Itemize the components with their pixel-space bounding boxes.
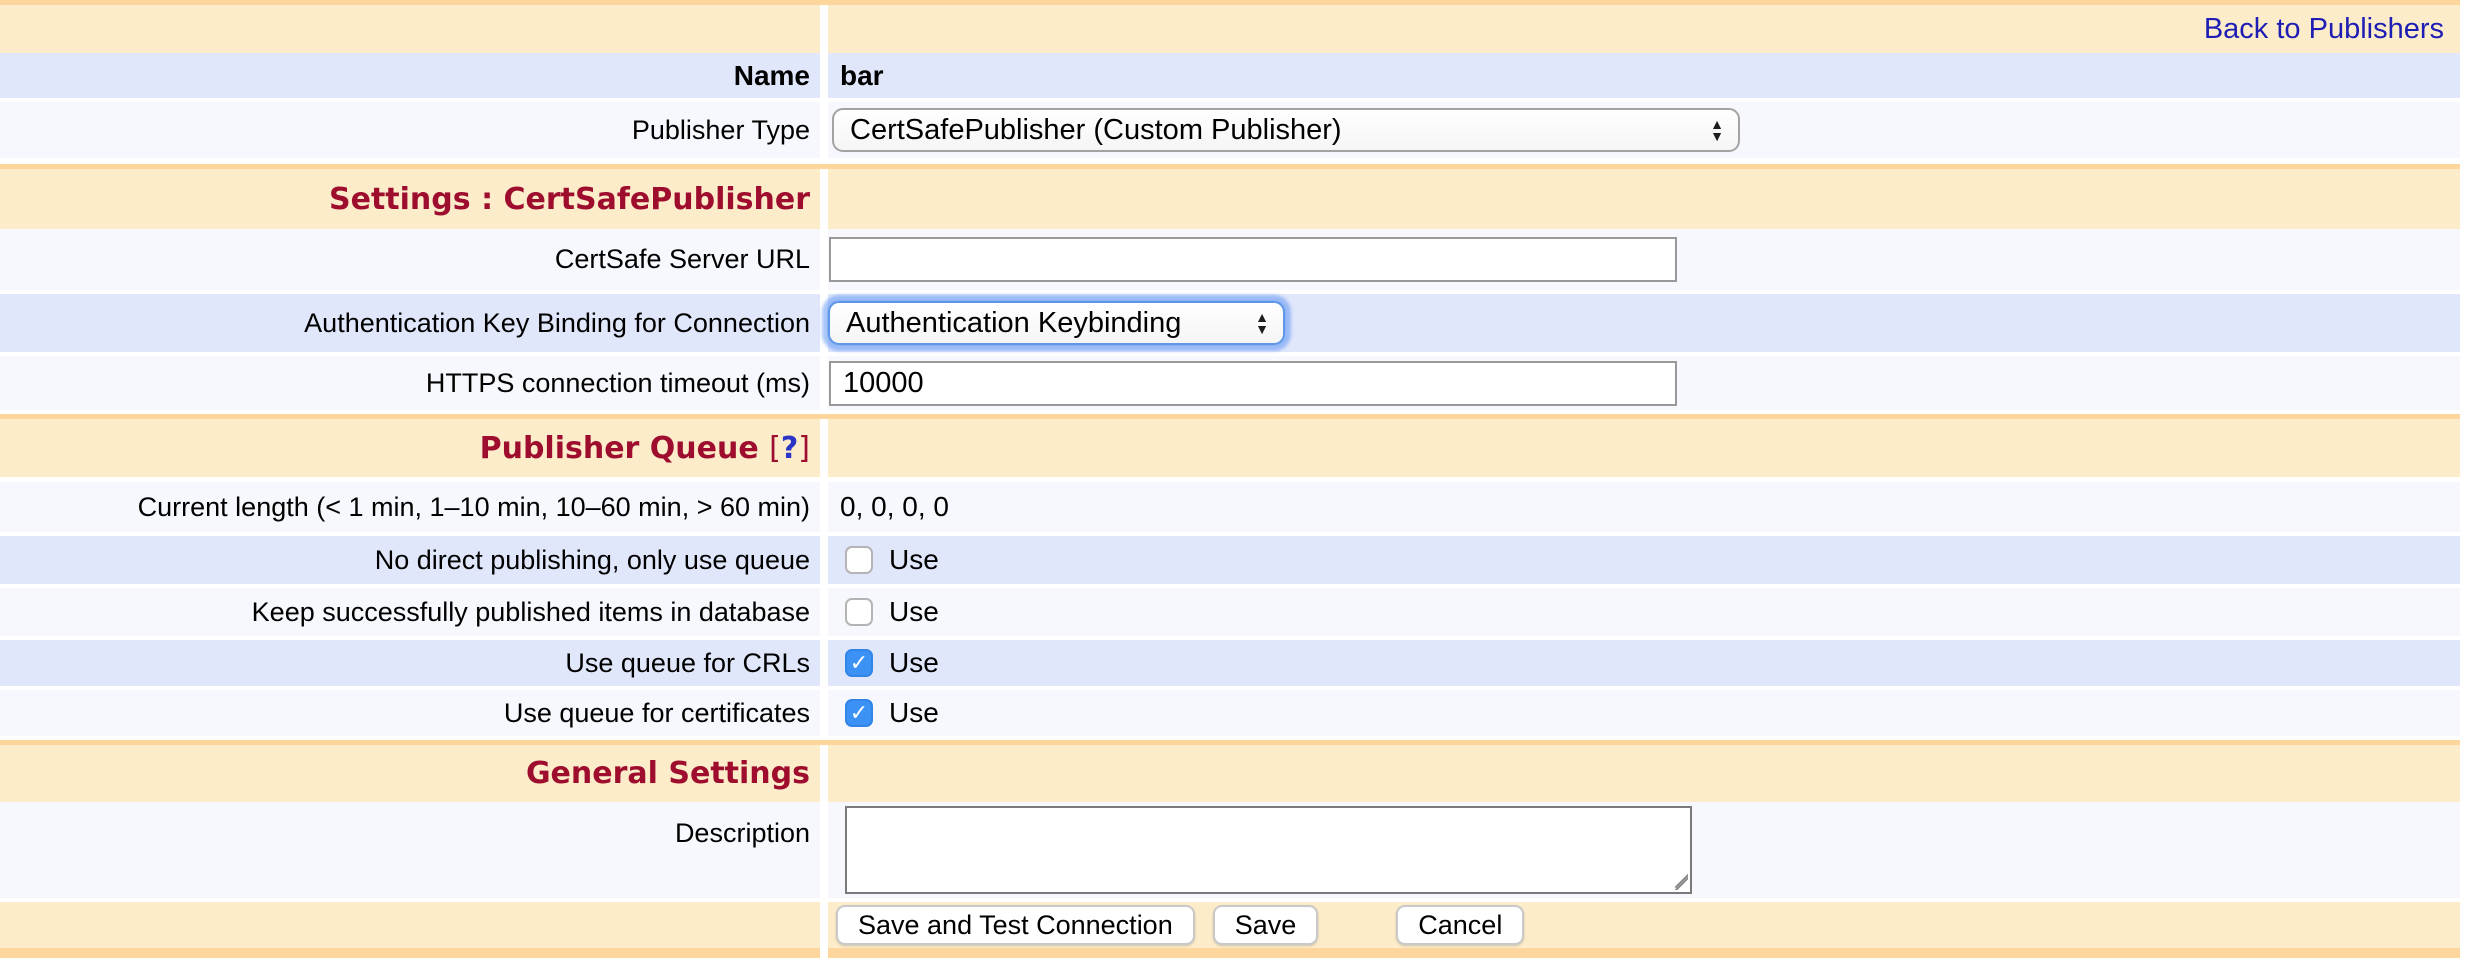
checkmark-icon: ✓ — [850, 652, 868, 674]
publisher-queue-section-title: Publisher Queue [?] — [0, 419, 820, 477]
column-gap — [820, 356, 828, 410]
use-checkbox-label: Use — [873, 544, 939, 576]
keep-published-items-label: Keep successfully published items in dat… — [0, 588, 820, 636]
auth-key-binding-row: Authentication Key Binding for Connectio… — [0, 294, 2460, 352]
cancel-button[interactable]: Cancel — [1396, 905, 1524, 945]
column-gap — [820, 588, 828, 636]
use-queue-certificates-row: Use queue for certificates ✓ Use — [0, 690, 2460, 736]
help-bracket-close: ] — [798, 431, 810, 466]
no-direct-publishing-checkbox[interactable]: ✓ — [845, 546, 873, 574]
use-checkbox-label: Use — [873, 697, 939, 729]
publisher-type-select[interactable]: CertSafePublisher (Custom Publisher) ▲ ▼ — [832, 108, 1740, 152]
buttons-row: Save and Test Connection Save Cancel — [0, 902, 2460, 948]
checkmark-icon: ✓ — [850, 702, 868, 724]
current-length-row: Current length (< 1 min, 1–10 min, 10–60… — [0, 482, 2460, 532]
column-gap — [820, 102, 828, 158]
back-to-publishers-link[interactable]: Back to Publishers — [2204, 13, 2444, 46]
textarea-resize-handle[interactable] — [1669, 871, 1688, 890]
certsafe-server-url-input[interactable] — [829, 237, 1677, 282]
keep-published-items-row: Keep successfully published items in dat… — [0, 588, 2460, 636]
top-section-spacer — [0, 5, 820, 53]
current-length-value: 0, 0, 0, 0 — [828, 482, 2460, 532]
help-bracket-open: [ — [769, 431, 781, 466]
use-checkbox-label: Use — [873, 647, 939, 679]
certsafe-server-url-row: CertSafe Server URL — [0, 229, 2460, 290]
column-gap — [820, 229, 828, 290]
column-gap — [820, 902, 828, 948]
column-gap — [820, 482, 828, 532]
column-gap — [820, 5, 828, 53]
column-gap — [820, 690, 828, 736]
https-timeout-row: HTTPS connection timeout (ms) — [0, 356, 2460, 410]
auth-key-binding-selected-value: Authentication Keybinding — [830, 307, 1247, 340]
description-label: Description — [0, 802, 820, 898]
description-row: Description — [0, 802, 2460, 898]
auth-key-binding-label: Authentication Key Binding for Connectio… — [0, 294, 820, 352]
name-value: bar — [828, 53, 2460, 98]
column-gap — [820, 802, 828, 898]
top-section: Back to Publishers — [0, 0, 2460, 53]
save-button[interactable]: Save — [1213, 905, 1319, 945]
use-queue-certificates-checkbox[interactable]: ✓ — [845, 699, 873, 727]
column-gap — [820, 640, 828, 686]
column-gap — [820, 745, 828, 802]
name-row: Name bar — [0, 53, 2460, 98]
settings-section-header: Settings : CertSafePublisher — [0, 164, 2460, 229]
column-gap — [820, 53, 828, 98]
publisher-type-selected-value: CertSafePublisher (Custom Publisher) — [834, 114, 1702, 147]
publisher-type-label: Publisher Type — [0, 102, 820, 158]
settings-section-title: Settings : CertSafePublisher — [0, 169, 820, 229]
buttons-row-spacer — [0, 902, 820, 948]
use-queue-crls-row: Use queue for CRLs ✓ Use — [0, 640, 2460, 686]
publisher-queue-help-link[interactable]: ? — [781, 431, 798, 466]
publisher-edit-form: Back to Publishers Name bar Publisher Ty… — [0, 0, 2460, 958]
keep-published-items-checkbox[interactable]: ✓ — [845, 598, 873, 626]
general-settings-section-title: General Settings — [0, 745, 820, 802]
use-queue-certificates-label: Use queue for certificates — [0, 690, 820, 736]
use-queue-crls-label: Use queue for CRLs — [0, 640, 820, 686]
current-length-label: Current length (< 1 min, 1–10 min, 10–60… — [0, 482, 820, 532]
https-timeout-label: HTTPS connection timeout (ms) — [0, 356, 820, 410]
bottom-section-border — [0, 948, 2460, 958]
column-gap — [820, 948, 828, 958]
save-and-test-connection-button[interactable]: Save and Test Connection — [836, 905, 1195, 945]
description-textarea[interactable] — [845, 806, 1692, 894]
use-checkbox-label: Use — [873, 596, 939, 628]
auth-key-binding-select[interactable]: Authentication Keybinding ▲ ▼ — [828, 301, 1285, 345]
publisher-queue-section-header: Publisher Queue [?] — [0, 414, 2460, 477]
https-timeout-input[interactable] — [829, 361, 1677, 406]
use-queue-crls-checkbox[interactable]: ✓ — [845, 649, 873, 677]
general-settings-section-header: General Settings — [0, 740, 2460, 802]
select-spinner-icon: ▲ ▼ — [1702, 119, 1738, 140]
no-direct-publishing-row: No direct publishing, only use queue ✓ U… — [0, 536, 2460, 584]
publisher-type-row: Publisher Type CertSafePublisher (Custom… — [0, 102, 2460, 158]
column-gap — [820, 169, 828, 229]
certsafe-server-url-label: CertSafe Server URL — [0, 229, 820, 290]
column-gap — [820, 536, 828, 584]
column-gap — [820, 419, 828, 477]
no-direct-publishing-label: No direct publishing, only use queue — [0, 536, 820, 584]
column-gap — [820, 294, 828, 352]
name-label: Name — [0, 53, 820, 98]
select-spinner-icon: ▲ ▼ — [1247, 312, 1283, 333]
